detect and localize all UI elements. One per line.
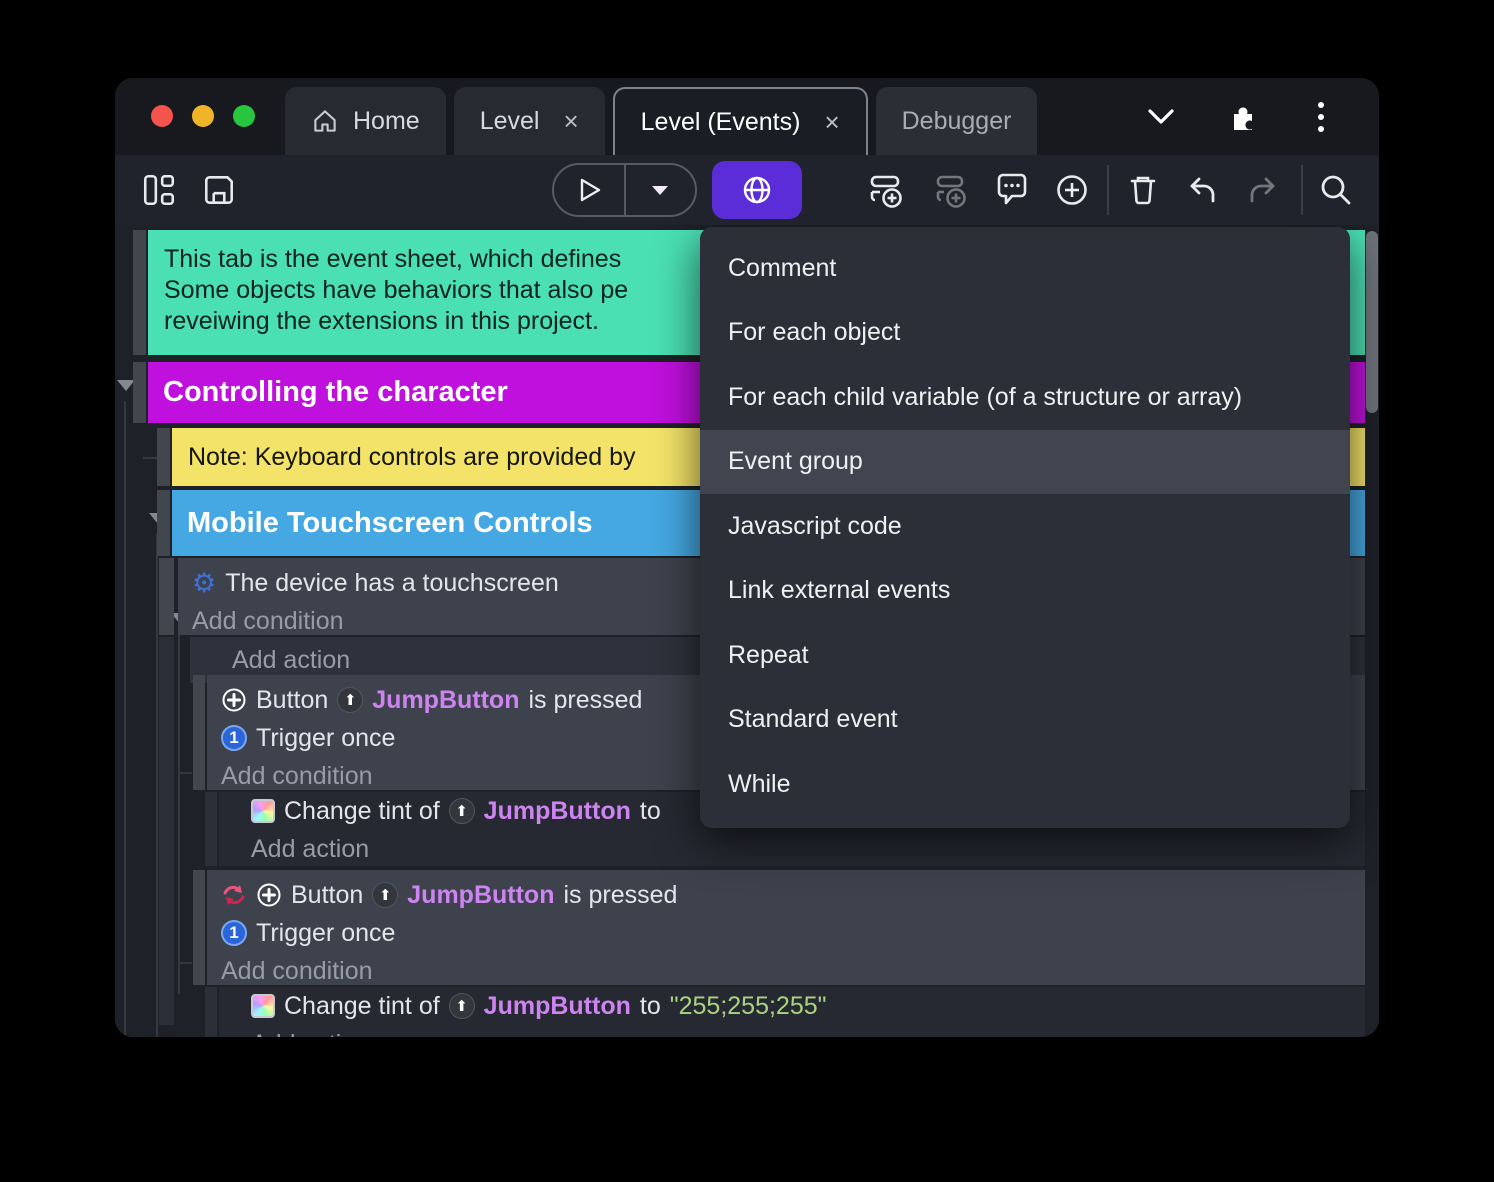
layout-view-icon[interactable] bbox=[139, 170, 179, 210]
system-gear-icon: ⚙ bbox=[192, 567, 217, 598]
group-margin-bar bbox=[133, 362, 146, 423]
search-icon[interactable] bbox=[1316, 170, 1356, 210]
object-name: Button bbox=[256, 685, 329, 714]
comment-margin-bar bbox=[133, 230, 146, 355]
tab-strip: Home Level × Level (Events) × Debugger bbox=[285, 87, 1045, 155]
indent-guide bbox=[156, 534, 158, 1037]
toolbar bbox=[115, 155, 1379, 225]
close-tab-icon[interactable]: × bbox=[824, 109, 839, 135]
preview-options-caret-icon[interactable] bbox=[626, 165, 696, 215]
tab-debugger[interactable]: Debugger bbox=[875, 87, 1038, 155]
tab-home[interactable]: Home bbox=[285, 87, 446, 155]
tab-label: Home bbox=[353, 106, 420, 135]
add-plus-circle-icon[interactable] bbox=[1052, 170, 1092, 210]
event-jumpbutton-pressed-2[interactable]: Button ⬆ JumpButton is pressed 1 Trigger… bbox=[207, 870, 1365, 985]
event-margin-bar bbox=[193, 675, 205, 790]
save-icon[interactable] bbox=[199, 170, 239, 210]
tab-label: Level (Events) bbox=[640, 107, 801, 136]
app-window: Home Level × Level (Events) × Debugger T… bbox=[115, 78, 1379, 1037]
add-event-icon[interactable] bbox=[867, 170, 907, 210]
instance-name: JumpButton bbox=[407, 880, 555, 909]
tint-rainbow-icon bbox=[251, 994, 275, 1018]
menu-item-repeat[interactable]: Repeat bbox=[700, 623, 1350, 688]
minimize-window-button[interactable] bbox=[192, 105, 214, 127]
tab-list-chevron-down-icon[interactable] bbox=[1143, 99, 1179, 135]
preview-button-group bbox=[552, 163, 697, 217]
button-object-icon bbox=[256, 882, 282, 908]
action-margin-bar bbox=[205, 987, 217, 1037]
instance-name: JumpButton bbox=[372, 685, 520, 714]
group-title: Controlling the character bbox=[163, 376, 508, 408]
add-comment-icon[interactable] bbox=[992, 170, 1032, 210]
add-action-link[interactable]: Add action bbox=[219, 830, 1365, 866]
indent-stub bbox=[178, 962, 192, 964]
add-event-context-menu: Comment For each object For each child v… bbox=[700, 227, 1350, 828]
trigger-once-icon: 1 bbox=[221, 725, 247, 751]
condition-text: The device has a touchscreen bbox=[225, 568, 559, 597]
delete-trash-icon[interactable] bbox=[1123, 170, 1163, 210]
event-margin-bar bbox=[159, 558, 174, 635]
object-name: Button bbox=[291, 880, 364, 909]
addons-puzzle-icon[interactable] bbox=[1223, 99, 1259, 135]
event-margin-bar bbox=[193, 870, 205, 985]
overflow-menu-dots-icon[interactable] bbox=[1303, 99, 1339, 135]
action-margin-bar bbox=[205, 792, 217, 866]
tint-rainbow-icon bbox=[251, 799, 275, 823]
preview-play-button[interactable] bbox=[554, 165, 624, 215]
close-tab-icon[interactable]: × bbox=[563, 108, 578, 134]
comment-margin-bar bbox=[157, 428, 170, 486]
tint-value: "255;255;255" bbox=[669, 991, 827, 1020]
condition-predicate: is pressed bbox=[528, 685, 643, 714]
event-2-actions: Change tint of ⬆ JumpButton to "255;255;… bbox=[219, 987, 1365, 1037]
toolbar-divider bbox=[1301, 165, 1303, 215]
window-controls bbox=[151, 105, 255, 127]
group-title: Mobile Touchscreen Controls bbox=[187, 506, 593, 539]
title-bar: Home Level × Level (Events) × Debugger bbox=[115, 78, 1379, 155]
condition-text: Trigger once bbox=[256, 723, 396, 752]
add-subevent-icon[interactable] bbox=[930, 170, 970, 210]
condition-text: Trigger once bbox=[256, 918, 396, 947]
jumpbutton-sprite-icon: ⬆ bbox=[448, 993, 475, 1019]
menu-item-standard-event[interactable]: Standard event bbox=[700, 688, 1350, 753]
preview-browser-globe-button[interactable] bbox=[712, 161, 802, 219]
add-condition-link[interactable]: Add condition bbox=[221, 952, 1365, 985]
zoom-window-button[interactable] bbox=[233, 105, 255, 127]
tab-label: Level bbox=[479, 106, 540, 135]
jumpbutton-sprite-icon: ⬆ bbox=[337, 687, 364, 713]
close-window-button[interactable] bbox=[151, 105, 173, 127]
indent-stub bbox=[178, 772, 192, 774]
jumpbutton-sprite-icon: ⬆ bbox=[448, 798, 475, 824]
add-action-link[interactable]: Add action bbox=[219, 1025, 1365, 1038]
instance-name: JumpButton bbox=[483, 796, 631, 825]
tab-level[interactable]: Level × bbox=[453, 87, 605, 155]
menu-item-while[interactable]: While bbox=[700, 752, 1350, 817]
menu-item-event-group[interactable]: Event group bbox=[700, 429, 1350, 494]
indent-guide bbox=[178, 634, 180, 994]
toolbar-divider bbox=[1107, 165, 1109, 215]
tab-label: Debugger bbox=[901, 106, 1012, 135]
menu-item-link-external-events[interactable]: Link external events bbox=[700, 559, 1350, 624]
indent-stub bbox=[143, 457, 157, 459]
group-margin-bar bbox=[159, 637, 174, 1025]
redo-icon[interactable] bbox=[1242, 170, 1282, 210]
menu-item-javascript-code[interactable]: Javascript code bbox=[700, 494, 1350, 559]
instance-name: JumpButton bbox=[483, 991, 631, 1020]
condition-predicate: is pressed bbox=[563, 880, 678, 909]
tab-level-events[interactable]: Level (Events) × bbox=[612, 87, 868, 155]
indent-guide bbox=[124, 401, 126, 1037]
action-change-tint[interactable]: Change tint of ⬆ JumpButton to "255;255;… bbox=[219, 987, 1365, 1025]
menu-item-comment[interactable]: Comment bbox=[700, 236, 1350, 301]
group-margin-bar bbox=[157, 490, 170, 556]
menu-item-for-each-child-variable[interactable]: For each child variable (of a structure … bbox=[700, 365, 1350, 430]
jumpbutton-sprite-icon: ⬆ bbox=[372, 882, 399, 908]
inverted-condition-icon bbox=[221, 882, 247, 908]
event-sheet: This tab is the event sheet, which defin… bbox=[115, 225, 1379, 1037]
menu-item-for-each-object[interactable]: For each object bbox=[700, 301, 1350, 366]
home-icon bbox=[311, 107, 339, 135]
vertical-scrollbar-thumb[interactable] bbox=[1366, 231, 1378, 413]
undo-icon[interactable] bbox=[1183, 170, 1223, 210]
button-object-icon bbox=[221, 687, 247, 713]
trigger-once-icon: 1 bbox=[221, 920, 247, 946]
note-text: Note: Keyboard controls are provided by bbox=[188, 442, 636, 471]
